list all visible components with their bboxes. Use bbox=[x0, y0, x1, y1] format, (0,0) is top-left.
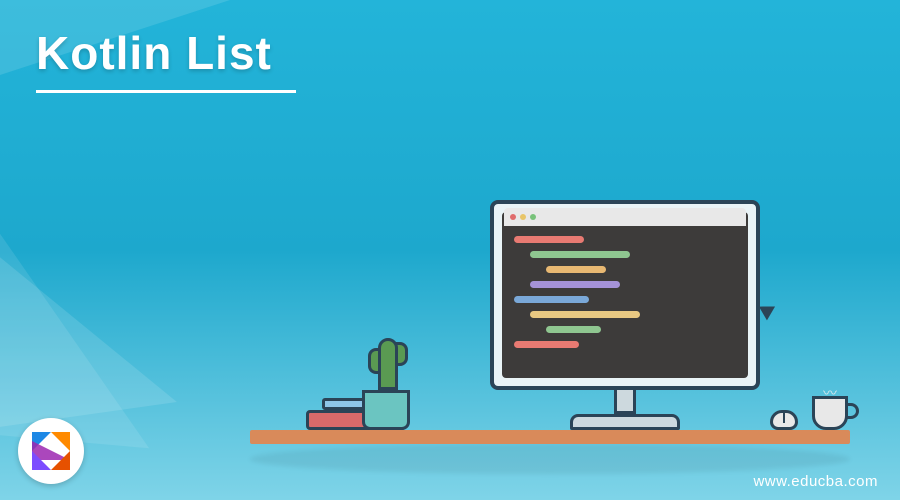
cactus-body bbox=[378, 338, 398, 390]
coffee-cup: 〰 bbox=[812, 396, 848, 430]
code-line bbox=[514, 296, 589, 303]
code-line bbox=[530, 251, 630, 258]
plant-pot bbox=[362, 390, 410, 430]
watermark-url: www.educba.com bbox=[753, 473, 878, 490]
kotlin-logo-icon bbox=[32, 432, 70, 470]
code-line bbox=[530, 281, 620, 288]
computer-monitor bbox=[490, 200, 760, 430]
window-title-bar bbox=[504, 208, 746, 226]
code-lines bbox=[514, 236, 736, 356]
desk bbox=[250, 430, 850, 444]
cactus-plant bbox=[362, 390, 410, 430]
window-dot-yellow bbox=[520, 214, 526, 220]
monitor-screen bbox=[502, 212, 748, 378]
code-line bbox=[514, 236, 584, 243]
steam-icon: 〰 bbox=[823, 383, 837, 403]
window-dot-green bbox=[530, 214, 536, 220]
page-title: Kotlin List bbox=[36, 26, 272, 80]
code-line bbox=[546, 266, 606, 273]
code-line bbox=[514, 341, 579, 348]
title-underline bbox=[36, 90, 296, 93]
monitor-stand-neck bbox=[614, 390, 636, 414]
triangle-left-2 bbox=[0, 192, 170, 449]
window-dot-red bbox=[510, 214, 516, 220]
logo-badge bbox=[18, 418, 84, 484]
computer-mouse bbox=[770, 410, 798, 430]
code-line bbox=[546, 326, 601, 333]
desk-shadow bbox=[250, 444, 850, 474]
monitor-frame bbox=[490, 200, 760, 390]
mouse-divider bbox=[783, 413, 785, 423]
code-line bbox=[530, 311, 640, 318]
monitor-stand-base bbox=[570, 414, 680, 430]
